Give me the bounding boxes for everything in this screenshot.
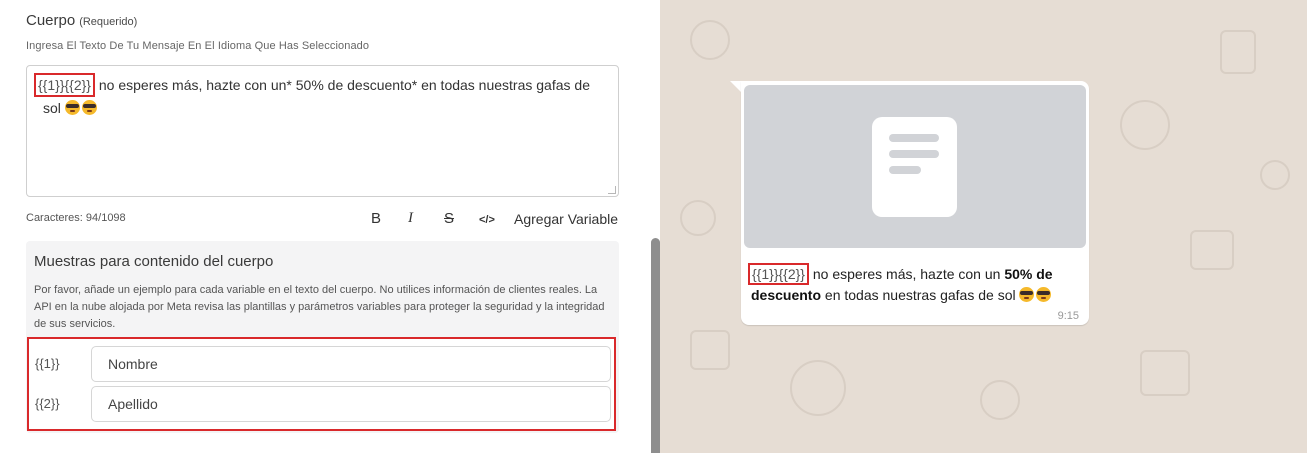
background-doodle-icon xyxy=(790,360,846,416)
background-doodle-icon xyxy=(690,330,730,370)
background-doodle-icon xyxy=(1220,30,1256,74)
background-doodle-icon xyxy=(980,380,1020,420)
variable-samples-box: {{1}} {{2}} xyxy=(27,337,616,431)
variable-label-1: {{1}} xyxy=(35,356,60,371)
italic-button[interactable]: I xyxy=(408,210,413,227)
sunglasses-emoji-icon xyxy=(1019,287,1035,302)
char-counter: Caracteres: 94/1098 xyxy=(26,212,126,224)
code-button[interactable]: </> xyxy=(479,214,495,226)
sunglasses-emoji-icon xyxy=(1036,287,1052,302)
message-timestamp: 9:15 xyxy=(1057,310,1079,322)
resize-handle-icon[interactable] xyxy=(608,186,616,194)
document-line xyxy=(889,134,939,142)
samples-description: Por favor, añade un ejemplo para cada va… xyxy=(34,284,605,330)
bubble-text-before: no esperes más, hazte con un xyxy=(808,266,1005,282)
background-doodle-icon xyxy=(1190,230,1234,270)
message-textarea[interactable]: {{1}}{{2}} no esperes más, hazte con un*… xyxy=(26,65,619,197)
sunglasses-emoji-icon xyxy=(81,100,97,115)
template-body-editor: Cuerpo (Requerido) Ingresa El Texto De Tu… xyxy=(0,0,650,453)
add-variable-button[interactable]: Agregar Variable xyxy=(514,211,618,227)
document-line xyxy=(889,166,921,174)
media-placeholder xyxy=(744,85,1086,248)
message-body-text: no esperes más, hazte con un* 50% de des… xyxy=(43,77,590,116)
message-bubble: {{1}}{{2}} no esperes más, hazte con un … xyxy=(741,81,1089,325)
message-text: {{1}}{{2}} no esperes más, hazte con un*… xyxy=(34,73,603,120)
document-icon xyxy=(872,117,957,217)
variable-sample-input-1[interactable] xyxy=(91,346,611,382)
body-section-title: Cuerpo (Requerido) xyxy=(26,12,137,29)
sunglasses-emoji-icon xyxy=(64,100,80,115)
background-doodle-icon xyxy=(1260,160,1290,190)
required-label: (Requerido) xyxy=(79,16,138,28)
bubble-text-after: en todas nuestras gafas de sol xyxy=(821,287,1016,303)
bubble-message-text: {{1}}{{2}} no esperes más, hazte con un … xyxy=(748,263,1081,306)
body-title-label: Cuerpo xyxy=(26,12,76,29)
document-line xyxy=(889,150,939,158)
bold-button[interactable]: B xyxy=(371,210,381,227)
background-doodle-icon xyxy=(690,20,730,60)
body-subtitle: Ingresa El Texto De Tu Mensaje En El Idi… xyxy=(26,40,370,52)
bubble-variables-highlight: {{1}}{{2}} xyxy=(748,263,809,285)
background-doodle-icon xyxy=(680,200,716,236)
variables-highlight: {{1}}{{2}} xyxy=(34,73,95,97)
variable-label-2: {{2}} xyxy=(35,396,60,411)
scrollbar-thumb[interactable] xyxy=(651,238,660,453)
samples-title: Muestras para contenido del cuerpo xyxy=(34,253,274,270)
strikethrough-button[interactable]: S xyxy=(444,210,454,227)
whatsapp-preview: {{1}}{{2}} no esperes más, hazte con un … xyxy=(660,0,1307,453)
background-doodle-icon xyxy=(1140,350,1190,396)
variable-sample-input-2[interactable] xyxy=(91,386,611,422)
background-doodle-icon xyxy=(1120,100,1170,150)
